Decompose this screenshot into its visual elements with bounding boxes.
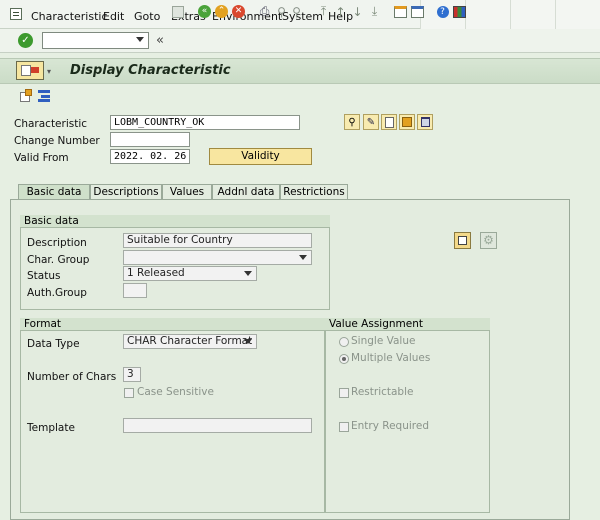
back-icon[interactable]: « [197,4,212,19]
search-characteristic-icon[interactable]: ⚲ [344,114,360,130]
auth-group-label: Auth.Group [27,287,87,299]
last-page-icon[interactable]: ⤓ [367,4,382,19]
other-characteristic-icon[interactable] [20,89,33,102]
value-assignment-group [325,318,490,513]
multiple-values-radio[interactable] [339,354,349,364]
tab-descriptions[interactable]: Descriptions [90,184,162,200]
data-type-label: Data Type [27,338,80,350]
value-assignment-group-title: Value Assignment [325,318,490,331]
data-type-select[interactable]: CHAR Character Format [123,334,257,349]
double-left-arrow-icon[interactable]: « [156,33,164,48]
enter-check-icon[interactable]: ✓ [18,33,33,48]
tab-basic-data[interactable]: Basic data [18,184,90,200]
chevron-down-icon [299,255,307,260]
status-label: Status [27,270,61,282]
help-icon[interactable]: ? [435,4,450,19]
next-page-icon[interactable]: ↓ [350,4,365,19]
class-assignment-icon[interactable] [454,232,471,249]
title-icon-chevron: ▾ [47,67,52,76]
save-icon[interactable] [170,4,185,19]
case-sensitive-label: Case Sensitive [137,386,214,398]
template-label: Template [27,422,75,434]
customize-layout-icon[interactable] [452,4,467,19]
restrictable-label: Restrictable [351,386,414,398]
restrictable-checkbox[interactable] [339,388,349,398]
case-sensitive-checkbox[interactable] [124,388,134,398]
create-icon[interactable] [381,114,397,130]
sap-menu-icon[interactable] [10,8,22,20]
entry-required-label: Entry Required [351,420,430,432]
copy-icon[interactable] [399,114,415,130]
delete-icon[interactable] [417,114,433,130]
command-field[interactable] [42,32,149,49]
characteristic-label: Characteristic [14,118,88,130]
char-group-label: Char. Group [27,254,90,266]
entry-required-checkbox[interactable] [339,422,349,432]
validity-button[interactable]: Validity [209,148,312,165]
find-icon[interactable]: ⚲ [274,4,289,19]
char-group-select[interactable] [123,250,312,265]
title-icon [16,61,44,80]
previous-page-icon[interactable]: ↑ [333,4,348,19]
multiple-values-label: Multiple Values [351,352,431,364]
print-icon[interactable]: ⎙ [257,4,272,19]
cancel-icon[interactable]: ✕ [231,4,246,19]
characteristic-field[interactable]: LOBM_COUNTRY_OK [110,115,300,130]
data-type-value: CHAR Character Format [127,335,253,347]
template-field[interactable] [123,418,312,433]
auth-group-field[interactable] [123,283,147,298]
change-number-field[interactable] [110,132,190,147]
description-label: Description [27,237,87,249]
status-value: 1 Released [127,267,185,279]
number-of-chars-field[interactable]: 3 [123,367,141,382]
first-page-icon[interactable]: ⤒ [316,4,331,19]
menu-edit[interactable]: Edit [103,10,124,23]
tab-restrictions[interactable]: Restrictions [280,184,348,200]
menu-characteristic[interactable]: Characteristic [31,10,108,23]
find-next-icon[interactable]: ⚲ [289,4,304,19]
change-number-label: Change Number [14,135,100,147]
hierarchy-icon[interactable] [38,89,51,102]
chevron-down-icon [136,37,144,42]
page-title: Display Characteristic [70,63,231,78]
tab-addnl-data[interactable]: Addnl data [212,184,280,200]
valid-from-field[interactable]: 2022. 02. 26 [110,149,190,164]
status-select[interactable]: 1 Released [123,266,257,281]
new-session-icon[interactable] [393,4,408,19]
format-group-title: Format [20,318,325,331]
valid-from-label: Valid From [14,152,69,164]
exit-icon[interactable]: ⌃ [214,4,229,19]
menu-goto[interactable]: Goto [134,10,160,23]
basic-data-group-title: Basic data [20,215,330,228]
number-of-chars-label: Number of Chars [27,371,117,383]
tab-values[interactable]: Values [162,184,212,200]
description-field[interactable]: Suitable for Country [123,233,312,248]
chevron-down-icon [244,271,252,276]
edit-icon[interactable]: ✎ [363,114,379,130]
shortcut-icon[interactable] [410,4,425,19]
single-value-label: Single Value [351,335,416,347]
single-value-radio[interactable] [339,337,349,347]
where-used-icon[interactable]: ⚙ [480,232,497,249]
chevron-down-icon [244,339,252,344]
